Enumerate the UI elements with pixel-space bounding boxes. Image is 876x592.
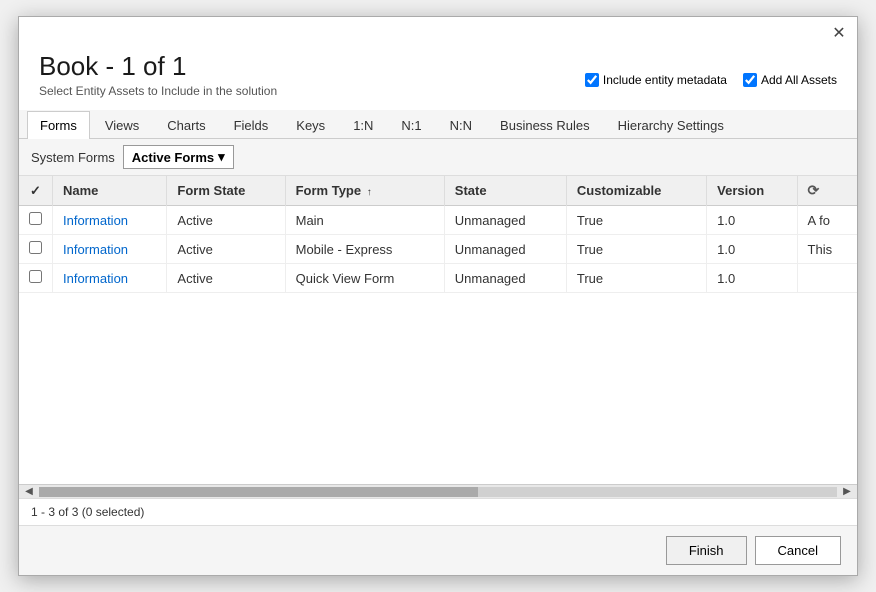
customizable-column-header[interactable]: Customizable: [566, 176, 706, 206]
row-extra-cell: A fo: [797, 206, 857, 235]
scroll-track[interactable]: [39, 487, 837, 497]
tab-n1[interactable]: N:1: [388, 111, 434, 139]
scroll-right-arrow[interactable]: ▶: [839, 485, 855, 499]
table-header-row: ✓ Name Form State Form Type ↑ State Cust…: [19, 176, 857, 206]
horizontal-scrollbar[interactable]: ◀ ▶: [19, 484, 857, 498]
include-metadata-label: Include entity metadata: [603, 73, 727, 87]
tab-views[interactable]: Views: [92, 111, 152, 139]
row-version-cell: 1.0: [707, 264, 797, 293]
forms-table: ✓ Name Form State Form Type ↑ State Cust…: [19, 176, 857, 293]
refresh-column-header[interactable]: ⟳: [797, 176, 857, 206]
close-button[interactable]: ✕: [829, 23, 849, 43]
row-checkbox[interactable]: [29, 270, 42, 283]
status-bar: 1 - 3 of 3 (0 selected): [19, 498, 857, 525]
state-column-header[interactable]: State: [444, 176, 566, 206]
row-extra-cell: This: [797, 235, 857, 264]
chevron-down-icon: ▾: [218, 149, 225, 165]
row-extra-cell: [797, 264, 857, 293]
row-customizable-cell: True: [566, 206, 706, 235]
header-checkboxes: Include entity metadata Add All Assets: [585, 73, 837, 87]
form-name-link[interactable]: Information: [63, 271, 128, 286]
status-text: 1 - 3 of 3 (0 selected): [31, 505, 144, 519]
dropdown-label: Active Forms: [132, 150, 214, 165]
title-bar: ✕: [19, 17, 857, 43]
row-checkbox-cell[interactable]: [19, 206, 53, 235]
finish-button[interactable]: Finish: [666, 536, 747, 565]
row-form-type-cell: Mobile - Express: [285, 235, 444, 264]
form-name-link[interactable]: Information: [63, 213, 128, 228]
row-form-state-cell: Active: [167, 206, 285, 235]
table-row: Information ActiveQuick View FormUnmanage…: [19, 264, 857, 293]
row-checkbox[interactable]: [29, 212, 42, 225]
table-row: Information ActiveMainUnmanagedTrue1.0A f…: [19, 206, 857, 235]
row-state-cell: Unmanaged: [444, 235, 566, 264]
include-metadata-checkbox[interactable]: [585, 73, 599, 87]
active-forms-dropdown[interactable]: Active Forms ▾: [123, 145, 234, 169]
row-customizable-cell: True: [566, 235, 706, 264]
subheader: System Forms Active Forms ▾: [19, 139, 857, 176]
form-state-column-header[interactable]: Form State: [167, 176, 285, 206]
cancel-button[interactable]: Cancel: [755, 536, 841, 565]
row-checkbox-cell[interactable]: [19, 264, 53, 293]
row-form-type-cell: Main: [285, 206, 444, 235]
name-column-header[interactable]: Name: [53, 176, 167, 206]
subheader-label: System Forms: [31, 150, 115, 165]
row-name-cell[interactable]: Information: [53, 264, 167, 293]
table-container: ✓ Name Form State Form Type ↑ State Cust…: [19, 176, 857, 484]
row-checkbox[interactable]: [29, 241, 42, 254]
tab-business_rules[interactable]: Business Rules: [487, 111, 603, 139]
version-column-header[interactable]: Version: [707, 176, 797, 206]
row-version-cell: 1.0: [707, 235, 797, 264]
form-name-link[interactable]: Information: [63, 242, 128, 257]
tab-charts[interactable]: Charts: [154, 111, 218, 139]
dialog-footer: Finish Cancel: [19, 525, 857, 575]
tab-keys[interactable]: Keys: [283, 111, 338, 139]
row-name-cell[interactable]: Information: [53, 235, 167, 264]
add-all-assets-checkbox-item: Add All Assets: [743, 73, 837, 87]
tab-1n[interactable]: 1:N: [340, 111, 386, 139]
tab-nn[interactable]: N:N: [437, 111, 485, 139]
main-dialog: ✕ Book - 1 of 1 Select Entity Assets to …: [18, 16, 858, 576]
row-state-cell: Unmanaged: [444, 206, 566, 235]
check-column-header[interactable]: ✓: [19, 176, 53, 206]
row-form-type-cell: Quick View Form: [285, 264, 444, 293]
row-customizable-cell: True: [566, 264, 706, 293]
row-checkbox-cell[interactable]: [19, 235, 53, 264]
add-all-assets-label: Add All Assets: [761, 73, 837, 87]
table-row: Information ActiveMobile - ExpressUnmanag…: [19, 235, 857, 264]
tab-hierarchy_settings[interactable]: Hierarchy Settings: [605, 111, 737, 139]
row-name-cell[interactable]: Information: [53, 206, 167, 235]
row-version-cell: 1.0: [707, 206, 797, 235]
dialog-header: Book - 1 of 1 Select Entity Assets to In…: [19, 43, 857, 110]
form-type-column-header[interactable]: Form Type ↑: [285, 176, 444, 206]
scroll-thumb[interactable]: [39, 487, 478, 497]
row-form-state-cell: Active: [167, 235, 285, 264]
tabs-bar: FormsViewsChartsFieldsKeys1:NN:1N:NBusin…: [19, 110, 857, 139]
add-all-assets-checkbox[interactable]: [743, 73, 757, 87]
row-form-state-cell: Active: [167, 264, 285, 293]
row-state-cell: Unmanaged: [444, 264, 566, 293]
scroll-left-arrow[interactable]: ◀: [21, 485, 37, 499]
tab-fields[interactable]: Fields: [221, 111, 282, 139]
tab-forms[interactable]: Forms: [27, 111, 90, 139]
include-metadata-checkbox-item: Include entity metadata: [585, 73, 727, 87]
